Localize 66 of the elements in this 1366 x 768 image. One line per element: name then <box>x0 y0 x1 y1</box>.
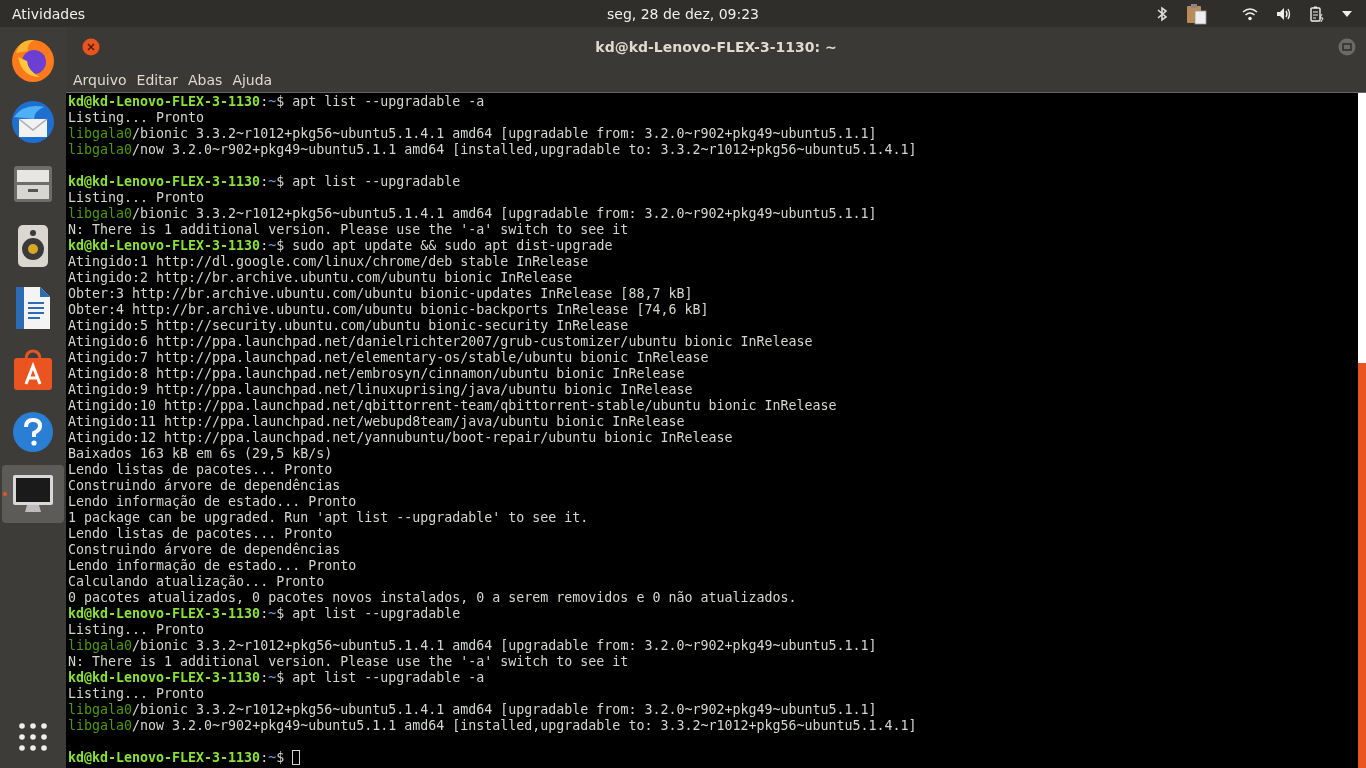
prompt-line: kd@kd-Lenovo-FLEX-3-1130:~$ apt list --upgradable -a <box>68 94 485 110</box>
running-indicator <box>3 492 7 496</box>
prompt-line: kd@kd-Lenovo-FLEX-3-1130:~$ <box>68 750 301 766</box>
battery-icon[interactable] <box>1310 5 1324 22</box>
output-line: Lendo informação de estado... Pronto <box>68 494 357 510</box>
menu-item[interactable]: Abas <box>183 71 228 88</box>
output-line: libgala0/bionic 3.3.2~r1012+pkg56~ubuntu5.1.4.1 amd64 [upgradable from: 3.2.0~r902+pkg49~ubuntu5.1.1] <box>68 126 877 142</box>
output-line: Atingido:8 http://ppa.launchpad.net/embrosyn/cinnamon/ubuntu bionic InRelease <box>68 366 685 382</box>
output-line: N: There is 1 additional version. Please use the '-a' switch to see it <box>68 222 629 238</box>
output-line: libgala0/bionic 3.3.2~r1012+pkg56~ubuntu5.1.4.1 amd64 [upgradable from: 3.2.0~r902+pkg49~ubuntu5.1.1] <box>68 206 877 222</box>
output-line: libgala0/bionic 3.3.2~r1012+pkg56~ubuntu5.1.4.1 amd64 [upgradable from: 3.2.0~r902+pkg49~ubuntu5.1.1] <box>68 638 877 654</box>
output-line: Obter:4 http://br.archive.ubuntu.com/ubuntu bionic-backports InRelease [74,6 kB] <box>68 302 709 318</box>
output-line: Construindo árvore de dependências <box>68 478 341 494</box>
output-line: Atingido:7 http://ppa.launchpad.net/elementary-os/stable/ubuntu bionic InRelease <box>68 350 709 366</box>
wifi-icon[interactable] <box>1242 6 1258 21</box>
output-line: Atingido:9 http://ppa.launchpad.net/linuxuprising/java/ubuntu bionic InRelease <box>68 382 693 398</box>
clock[interactable]: seg, 28 de dez, 09:23 <box>607 5 759 22</box>
monitor-icon <box>11 473 55 515</box>
output-line: N: There is 1 additional version. Please use the '-a' switch to see it <box>68 654 629 670</box>
output-line: Construindo árvore de dependências <box>68 542 341 558</box>
prompt-line: kd@kd-Lenovo-FLEX-3-1130:~$ apt list --upgradable <box>68 606 461 622</box>
output-line: Baixados 163 kB em 6s (29,5 kB/s) <box>68 446 333 462</box>
output-line: libgala0/bionic 3.3.2~r1012+pkg56~ubuntu5.1.4.1 amd64 [upgradable from: 3.2.0~r902+pkg49~ubuntu5.1.1] <box>68 702 877 718</box>
window-title: kd@kd-Lenovo-FLEX-3-1130: ~ <box>595 39 837 55</box>
scrollbar-thumb[interactable] <box>1358 363 1366 768</box>
fox-globe-icon <box>10 37 56 83</box>
output-line: Lendo listas de pacotes... Pronto <box>68 526 333 542</box>
output-line: Atingido:6 http://ppa.launchpad.net/danielrichter2007/grub-customizer/ubuntu bionic InRelease <box>68 334 813 350</box>
output-line: Lendo informação de estado... Pronto <box>68 558 357 574</box>
output-line: Atingido:1 http://dl.google.com/linux/chrome/deb stable InRelease <box>68 254 589 270</box>
clipboard-icon[interactable] <box>1186 2 1208 25</box>
output-line: Lendo listas de pacotes... Pronto <box>68 462 333 478</box>
activities-button[interactable]: Atividades <box>0 5 98 22</box>
close-icon[interactable] <box>82 38 100 56</box>
menu-item[interactable]: Arquivo <box>68 71 132 88</box>
menu-item[interactable]: Editar <box>131 71 184 88</box>
output-line: libgala0/now 3.2.0~r902+pkg49~ubuntu5.1.1 amd64 [installed,upgradable to: 3.3.2~r1012+pkg56~ubuntu5.1.4.1] <box>68 142 917 158</box>
help-icon <box>12 411 54 453</box>
output-line: Atingido:5 http://security.ubuntu.com/ubuntu bionic-security InRelease <box>68 318 629 334</box>
output-line: Atingido:10 http://ppa.launchpad.net/qbittorrent-team/qbittorrent-stable/ubuntu bionic InRelease <box>68 398 837 414</box>
output-line: libgala0/now 3.2.0~r902+pkg49~ubuntu5.1.1 amd64 [installed,upgradable to: 3.3.2~r1012+pkg56~ubuntu5.1.4.1] <box>68 718 917 734</box>
output-line: Listing... Pronto <box>68 686 205 702</box>
prompt-line: kd@kd-Lenovo-FLEX-3-1130:~$ apt list --upgradable -a <box>68 670 485 686</box>
prompt-line: kd@kd-Lenovo-FLEX-3-1130:~$ sudo apt update && sudo apt dist-upgrade <box>68 238 613 254</box>
output-line: Atingido:11 http://ppa.launchpad.net/webupd8team/java/ubuntu bionic InRelease <box>68 414 685 430</box>
bird-envelope-icon <box>10 99 56 145</box>
dock-item[interactable] <box>2 465 64 523</box>
prompt-line: kd@kd-Lenovo-FLEX-3-1130:~$ apt list --upgradable <box>68 174 461 190</box>
shopping-bag-icon <box>11 348 55 392</box>
menu-item[interactable]: Ajuda <box>227 71 278 88</box>
document-icon <box>14 285 52 331</box>
output-line: Listing... Pronto <box>68 622 205 638</box>
output-line: 1 package can be upgraded. Run 'apt list --upgradable' to see it. <box>68 510 589 526</box>
terminal-area[interactable] <box>66 92 1366 768</box>
bluetooth-icon[interactable] <box>1156 5 1168 22</box>
app-grid-icon[interactable] <box>18 722 48 752</box>
output-line: Atingido:2 http://br.archive.ubuntu.com/ubuntu bionic InRelease <box>68 270 573 286</box>
output-line: 0 pacotes atualizados, 0 pacotes novos instalados, 0 a serem removidos e 0 não atualizados. <box>68 590 797 606</box>
volume-icon[interactable] <box>1276 6 1292 21</box>
output-line: Atingido:12 http://ppa.launchpad.net/yannubuntu/boot-repair/ubuntu bionic InRelease <box>68 430 733 446</box>
speaker-icon <box>15 223 51 269</box>
output-line: Listing... Pronto <box>68 110 205 126</box>
output-line: Listing... Pronto <box>68 190 205 206</box>
output-line: Obter:3 http://br.archive.ubuntu.com/ubuntu bionic-updates InRelease [88,7 kB] <box>68 286 693 302</box>
output-line: Calculando atualização... Pronto <box>68 574 325 590</box>
caret-icon[interactable] <box>1342 10 1352 17</box>
